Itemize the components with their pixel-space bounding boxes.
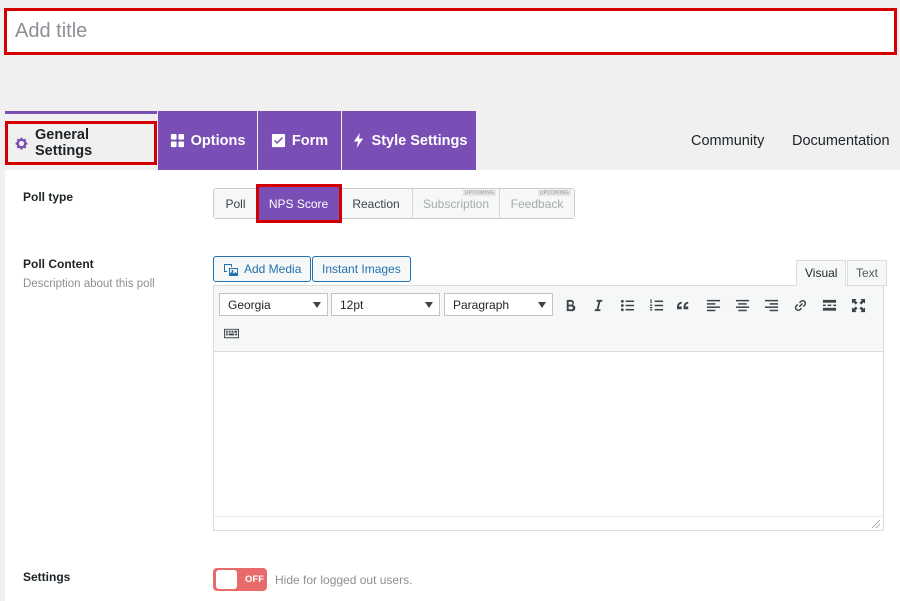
poll-type-selector: Poll NPS Score Reaction Subscription UPC… <box>213 184 575 223</box>
chevron-down-icon <box>425 302 433 308</box>
chevron-down-icon <box>538 302 546 308</box>
editor-status-bar <box>214 516 883 530</box>
settings-label: Settings <box>23 570 71 584</box>
chevron-down-icon <box>313 302 321 308</box>
align-right-button[interactable] <box>760 295 782 315</box>
format-select[interactable]: Paragraph <box>444 293 553 316</box>
general-settings-panel: Poll type Poll NPS Score Reaction Subscr… <box>5 170 900 601</box>
align-left-icon <box>706 299 720 311</box>
poll-type-feedback-label: Feedback <box>510 196 564 211</box>
poll-content-description: Description about this poll <box>23 278 155 290</box>
poll-type-reaction[interactable]: Reaction <box>340 189 413 218</box>
link-icon <box>794 299 806 311</box>
checkbox-icon <box>271 133 285 148</box>
bold-button[interactable] <box>559 295 581 315</box>
tab-general-settings-label: General Settings <box>35 127 93 159</box>
upcoming-badge: UPCOMING <box>462 190 496 196</box>
italic-button[interactable] <box>587 295 609 315</box>
tab-general-settings[interactable]: General Settings <box>5 111 157 170</box>
format-value: Paragraph <box>453 297 510 312</box>
tab-options-label: Options <box>190 132 246 149</box>
fullscreen-button[interactable] <box>847 295 869 315</box>
editor-content-area[interactable] <box>214 352 883 516</box>
tab-form[interactable]: Form <box>258 111 341 170</box>
tab-options[interactable]: Options <box>158 111 257 170</box>
title-field-wrapper <box>4 8 897 55</box>
resize-handle-icon[interactable] <box>872 520 880 528</box>
hide-logged-out-description: Hide for logged out users. <box>275 573 413 587</box>
gear-icon <box>15 137 28 150</box>
align-left-button[interactable] <box>702 295 724 315</box>
read-more-button[interactable] <box>818 295 840 315</box>
bullet-list-button[interactable] <box>616 295 638 315</box>
font-family-value: Georgia <box>228 297 271 312</box>
read-more-icon <box>822 299 836 311</box>
quote-icon <box>676 301 688 309</box>
poll-type-label: Poll type <box>23 190 74 204</box>
font-size-select[interactable]: 12pt <box>331 293 440 316</box>
toggle-state-label: OFF <box>245 574 264 585</box>
general-settings-highlight: General Settings <box>5 121 157 165</box>
upcoming-badge: UPCOMING <box>537 190 571 196</box>
community-link[interactable]: Community <box>691 111 764 170</box>
toggle-knob <box>216 570 237 589</box>
lightning-icon <box>353 133 363 148</box>
italic-icon <box>594 299 602 311</box>
poll-content-label: Poll Content <box>23 257 94 271</box>
blockquote-button[interactable] <box>673 295 695 315</box>
editor-toolbar: Georgia 12pt Paragraph <box>214 286 883 352</box>
poll-type-subscription-label: Subscription <box>422 196 490 211</box>
grid-icon <box>170 133 184 148</box>
tab-style-settings-label: Style Settings <box>371 132 468 149</box>
settings-tabs: General Settings Options Form Style Sett… <box>5 111 900 170</box>
tab-form-label: Form <box>291 132 329 149</box>
hide-logged-out-toggle[interactable]: OFF <box>213 568 267 591</box>
instant-images-button[interactable]: Instant Images <box>312 256 411 282</box>
title-input[interactable] <box>7 11 894 52</box>
media-icon <box>224 264 238 276</box>
numbered-list-icon <box>649 298 663 310</box>
keyboard-icon <box>223 328 239 338</box>
add-media-label: Add Media <box>244 262 302 276</box>
poll-type-feedback[interactable]: Feedback UPCOMING <box>500 189 574 218</box>
content-editor: Georgia 12pt Paragraph <box>213 285 884 531</box>
align-center-icon <box>735 299 749 311</box>
poll-type-subscription[interactable]: Subscription UPCOMING <box>413 189 500 218</box>
bold-icon <box>566 299 575 311</box>
align-right-icon <box>764 299 778 311</box>
fullscreen-icon <box>851 298 865 312</box>
numbered-list-button[interactable] <box>645 295 667 315</box>
tab-style-settings[interactable]: Style Settings <box>342 111 476 170</box>
poll-type-nps-score[interactable]: NPS Score <box>256 184 342 223</box>
insert-link-button[interactable] <box>789 295 811 315</box>
bullet-list-icon <box>620 299 634 311</box>
text-tab[interactable]: Text <box>847 260 888 286</box>
toolbar-toggle-button[interactable] <box>220 323 242 343</box>
documentation-link[interactable]: Documentation <box>792 111 890 170</box>
align-center-button[interactable] <box>731 295 753 315</box>
font-size-value: 12pt <box>340 297 364 312</box>
font-family-select[interactable]: Georgia <box>219 293 328 316</box>
visual-tab[interactable]: Visual <box>796 260 847 286</box>
poll-type-poll[interactable]: Poll <box>214 189 258 218</box>
add-media-button[interactable]: Add Media <box>213 256 312 282</box>
